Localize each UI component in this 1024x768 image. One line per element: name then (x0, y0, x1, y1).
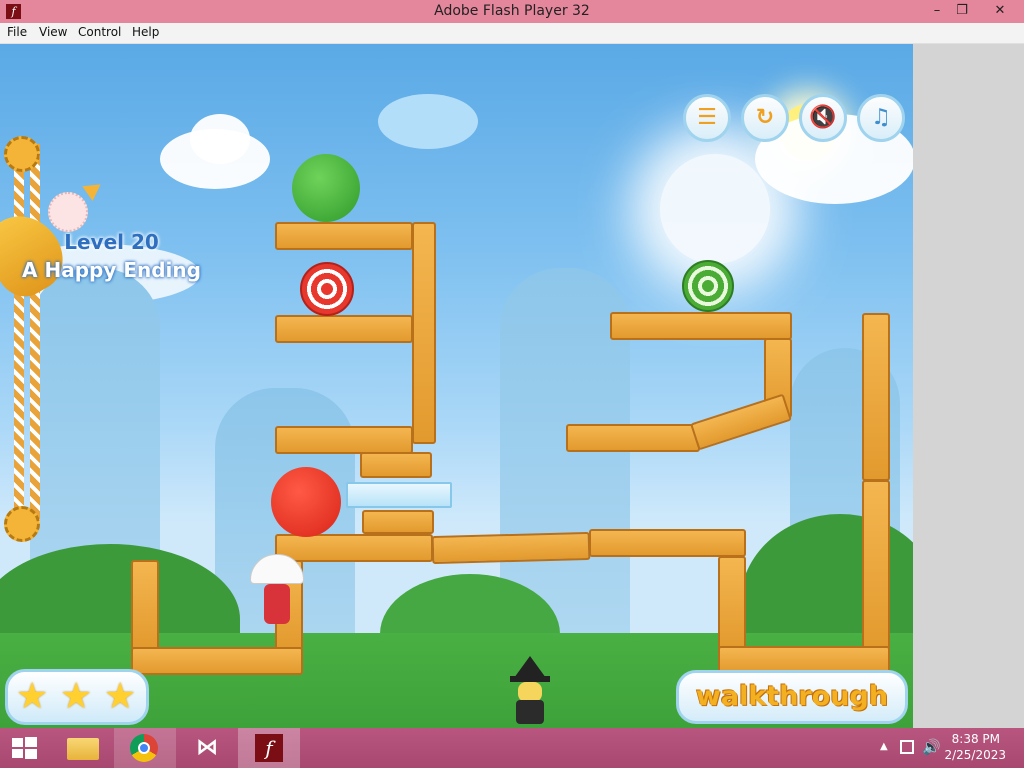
gear-icon (4, 506, 40, 542)
menu-file[interactable]: File (7, 25, 27, 39)
sound-button[interactable]: 🔇 (799, 94, 847, 142)
window-background (913, 44, 1024, 728)
taskbar: ⋈ f ▲ 🔊 8:38 PM 2/25/2023 (0, 728, 1024, 768)
tray-chevron-icon[interactable]: ▲ (880, 741, 888, 752)
witch-girl-character (506, 656, 554, 726)
music-button[interactable]: ♫ (857, 94, 905, 142)
close-button[interactable]: ✕ (985, 0, 1015, 23)
menu-help[interactable]: Help (132, 25, 159, 39)
wood-plank (275, 315, 413, 343)
menu-view[interactable]: View (39, 25, 67, 39)
flash-player-icon[interactable]: f (238, 728, 300, 768)
title-bar: f Adobe Flash Player 32 – ❐ ✕ (0, 0, 1024, 23)
cloud (190, 114, 250, 164)
ice-block (346, 482, 452, 508)
wood-plank (131, 560, 159, 650)
red-swirl-candy (300, 262, 354, 316)
red-fuzzy-creature (271, 467, 341, 537)
walkthrough-button[interactable]: walkthrough (676, 670, 908, 724)
wood-plank (275, 222, 413, 250)
system-tray: ▲ 🔊 8:38 PM 2/25/2023 (864, 728, 1024, 768)
wood-plank (862, 480, 890, 650)
clock-date[interactable]: 2/25/2023 (944, 748, 1006, 762)
restart-icon: ↻ (755, 105, 775, 130)
wood-plank (718, 556, 746, 650)
volume-icon[interactable]: 🔊 (922, 738, 941, 756)
chrome-icon[interactable] (114, 728, 176, 768)
menu-button[interactable]: ☰ (683, 94, 731, 142)
aim-arrow (82, 177, 106, 201)
wood-plank (690, 393, 792, 451)
wood-plank (362, 510, 434, 534)
star-icon: ★ (16, 676, 49, 717)
star-icon: ★ (60, 676, 93, 717)
smiling-cloud (378, 94, 478, 149)
game-canvas[interactable]: ☰ ↻ 🔇 ♫ Level 20 A Happy Ending ★ ★ ★ wa… (0, 44, 913, 728)
sun-glow (660, 154, 770, 264)
cannon-pole (14, 144, 24, 524)
green-fuzzy-creature (292, 154, 360, 222)
menu-icon: ☰ (697, 105, 717, 130)
flash-player-window: f Adobe Flash Player 32 – ❐ ✕ File View … (0, 0, 1024, 728)
network-icon[interactable] (900, 740, 914, 754)
wood-plank (431, 531, 591, 565)
cannon-ball (48, 192, 88, 232)
star-rating: ★ ★ ★ (5, 669, 149, 725)
star-icon: ★ (104, 676, 137, 717)
wood-plank (610, 312, 792, 340)
wood-plank (275, 426, 413, 454)
sound-muted-icon: 🔇 (809, 105, 837, 130)
window-title: Adobe Flash Player 32 (434, 3, 590, 19)
wood-plank (566, 424, 700, 452)
wood-plank (589, 529, 746, 557)
restart-button[interactable]: ↻ (741, 94, 789, 142)
wood-plank (360, 452, 432, 478)
wood-plank (412, 222, 436, 444)
level-name: A Happy Ending (22, 258, 201, 282)
visual-studio-icon[interactable]: ⋈ (176, 728, 238, 768)
cannon-pole (30, 144, 40, 524)
file-explorer-icon[interactable] (52, 728, 114, 768)
clock-time[interactable]: 8:38 PM (952, 732, 1000, 746)
music-icon: ♫ (871, 105, 891, 130)
gear-icon (4, 136, 40, 172)
menu-bar: File View Control Help (0, 23, 1024, 44)
green-swirl-candy (682, 260, 734, 312)
wood-plank (862, 313, 890, 481)
umbrella-girl-character (250, 554, 304, 626)
menu-control[interactable]: Control (78, 25, 121, 39)
restore-button[interactable]: ❐ (947, 0, 977, 23)
wood-plank (131, 647, 303, 675)
